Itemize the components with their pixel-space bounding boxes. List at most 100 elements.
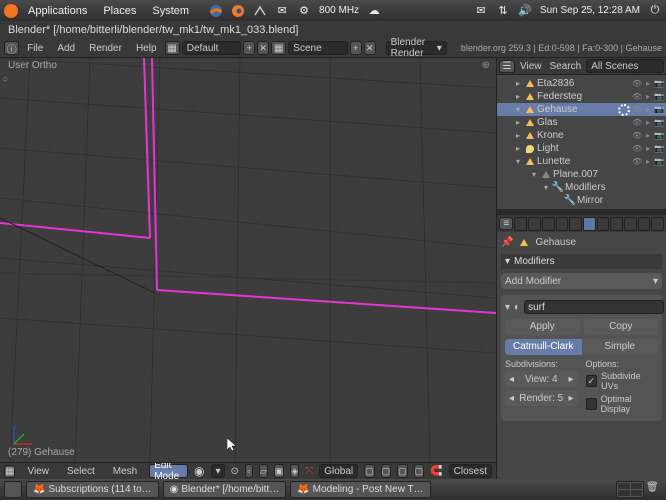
render-menu[interactable]: Render <box>83 43 128 54</box>
expand-toggle-icon[interactable]: ▾ <box>529 170 539 179</box>
show-desktop-button[interactable] <box>4 481 22 498</box>
clock[interactable]: Sun Sep 25, 12:28 AM <box>540 5 640 16</box>
scene-browse-icon[interactable]: ▦ <box>271 41 286 55</box>
render-subdivisions-spinner[interactable]: ◂Render: 5▸ <box>505 390 578 406</box>
tree-row[interactable]: 🔧Mirror <box>497 194 666 207</box>
power-icon[interactable]: ⏻ <box>648 4 662 18</box>
snap-mode-dropdown[interactable]: Closest <box>449 464 492 478</box>
network-applet-icon[interactable]: ⇅ <box>496 4 510 18</box>
places-menu[interactable]: Places <box>97 5 142 17</box>
tree-row[interactable]: ▾Plane.007 <box>497 168 666 181</box>
outliner-filter-dropdown[interactable]: All Scenes <box>586 59 664 73</box>
render-engine-dropdown[interactable]: Blender Render▾ <box>386 41 447 55</box>
modifiers-panel-title[interactable]: ▾Modifiers <box>501 254 662 269</box>
modifier-expand-icon[interactable]: ▾ <box>505 302 510 313</box>
renderable-toggle-icon[interactable]: 📷 <box>654 131 664 140</box>
visibility-toggle-icon[interactable]: 👁 <box>632 118 642 127</box>
layer-2[interactable]: ▢ <box>381 464 392 478</box>
constraints-tab[interactable] <box>569 217 582 231</box>
workspace-switcher[interactable] <box>616 481 644 498</box>
gear-icon[interactable]: ⚙ <box>297 4 311 18</box>
edge-select-icon[interactable]: ▱ <box>259 464 268 478</box>
3d-viewport[interactable]: User Ortho ○ ⊕ <box>0 58 496 462</box>
particles-tab[interactable] <box>638 217 651 231</box>
orientation-dropdown[interactable]: Global <box>319 464 358 478</box>
tree-row[interactable]: ▾Gehause👁▸📷 <box>497 103 666 116</box>
layer-1[interactable]: ▢ <box>364 464 375 478</box>
subdivide-uvs-checkbox[interactable] <box>586 375 598 387</box>
tree-row[interactable]: ▸Glas👁▸📷 <box>497 116 666 129</box>
copy-button[interactable]: Copy <box>584 319 659 335</box>
weather-icon[interactable]: ☁ <box>367 4 381 18</box>
vertex-select-icon[interactable]: ▫ <box>245 464 253 478</box>
task-firefox[interactable]: 🦊Subscriptions (114 to… <box>26 481 159 498</box>
add-modifier-dropdown[interactable]: Add Modifier▾ <box>501 273 662 289</box>
selectable-toggle-icon[interactable]: ▸ <box>643 79 653 88</box>
expand-toggle-icon[interactable]: ▸ <box>513 118 523 127</box>
outliner-tree[interactable]: ▸Eta2836👁▸📷▸Federsteg👁▸📷▾Gehause👁▸📷▸Glas… <box>497 75 666 209</box>
visibility-toggle-icon[interactable]: 👁 <box>632 157 642 166</box>
renderable-toggle-icon[interactable]: 📷 <box>654 92 664 101</box>
renderable-toggle-icon[interactable]: 📷 <box>654 79 664 88</box>
trash-icon[interactable]: 🗑 <box>646 482 662 498</box>
texture-tab[interactable] <box>624 217 637 231</box>
object-tab[interactable] <box>556 217 569 231</box>
modifier-name-input[interactable] <box>524 300 664 314</box>
renderable-toggle-icon[interactable]: 📷 <box>654 157 664 166</box>
data-tab[interactable] <box>597 217 610 231</box>
tree-row[interactable]: ▾🔧Modifiers <box>497 181 666 194</box>
properties-editor-icon[interactable]: ≡ <box>499 217 513 230</box>
visibility-toggle-icon[interactable]: 👁 <box>632 131 642 140</box>
task-blender[interactable]: ◉Blender* [/home/bitt… <box>163 481 287 498</box>
editor-type-icon[interactable]: ⓘ <box>4 41 19 55</box>
selectable-toggle-icon[interactable]: ▸ <box>643 131 653 140</box>
file-menu[interactable]: File <box>21 43 49 54</box>
tree-row[interactable]: ▸Krone👁▸📷 <box>497 129 666 142</box>
network-icon[interactable] <box>253 4 267 18</box>
manipulator-icon[interactable]: ⤧ <box>305 466 313 477</box>
renderable-toggle-icon[interactable]: 📷 <box>654 105 664 114</box>
expand-toggle-icon[interactable]: ▾ <box>513 105 523 114</box>
occlude-icon[interactable]: ◈ <box>290 464 299 478</box>
system-menu[interactable]: System <box>146 5 195 17</box>
expand-toggle-icon[interactable]: ▸ <box>513 79 523 88</box>
blender-icon[interactable] <box>231 4 245 18</box>
layer-4[interactable]: ▢ <box>414 464 425 478</box>
selectable-toggle-icon[interactable]: ▸ <box>643 118 653 127</box>
render-tab[interactable] <box>514 217 527 231</box>
add-scene-button[interactable]: + <box>350 41 362 55</box>
volume-icon[interactable]: 🔊 <box>518 4 532 18</box>
tree-row[interactable]: ▸Eta2836👁▸📷 <box>497 77 666 90</box>
pin-icon[interactable]: 📌 <box>501 237 513 248</box>
screen-layout-dropdown[interactable]: Default <box>182 41 242 55</box>
visibility-toggle-icon[interactable]: 👁 <box>632 144 642 153</box>
tree-row[interactable]: ▾Lunette👁▸📷 <box>497 155 666 168</box>
scene-tab[interactable] <box>528 217 541 231</box>
renderable-toggle-icon[interactable]: 📷 <box>654 144 664 153</box>
selectable-toggle-icon[interactable]: ▸ <box>643 144 653 153</box>
selectable-toggle-icon[interactable]: ▸ <box>643 157 653 166</box>
snap-magnet-icon[interactable]: 🧲 <box>430 466 442 477</box>
catmull-clark-tab[interactable]: Catmull-Clark <box>505 339 582 355</box>
apply-button[interactable]: Apply <box>505 319 580 335</box>
outliner-search-menu[interactable]: Search <box>547 61 585 72</box>
firefox-icon[interactable] <box>209 4 223 18</box>
material-tab[interactable] <box>610 217 623 231</box>
applications-menu[interactable]: Applications <box>22 5 93 17</box>
add-menu[interactable]: Add <box>51 43 81 54</box>
task-firefox-2[interactable]: 🦊Modeling - Post New T… <box>290 481 430 498</box>
expand-toggle-icon[interactable]: ▸ <box>513 131 523 140</box>
remove-scene-button[interactable]: ✕ <box>364 41 376 55</box>
renderable-toggle-icon[interactable]: 📷 <box>654 118 664 127</box>
mode-dropdown[interactable]: Edit Mode <box>149 464 188 478</box>
visibility-toggle-icon[interactable]: 👁 <box>632 79 642 88</box>
cpu-freq[interactable]: 800 MHz <box>319 5 359 16</box>
optimal-display-checkbox[interactable] <box>586 398 597 410</box>
layer-3[interactable]: ▢ <box>397 464 408 478</box>
visibility-toggle-icon[interactable]: 👁 <box>632 92 642 101</box>
world-tab[interactable] <box>542 217 555 231</box>
scene-dropdown[interactable]: Scene <box>288 41 348 55</box>
selectable-toggle-icon[interactable]: ▸ <box>643 105 653 114</box>
tree-row[interactable]: ▸Light👁▸📷 <box>497 142 666 155</box>
simple-tab[interactable]: Simple <box>582 339 659 355</box>
